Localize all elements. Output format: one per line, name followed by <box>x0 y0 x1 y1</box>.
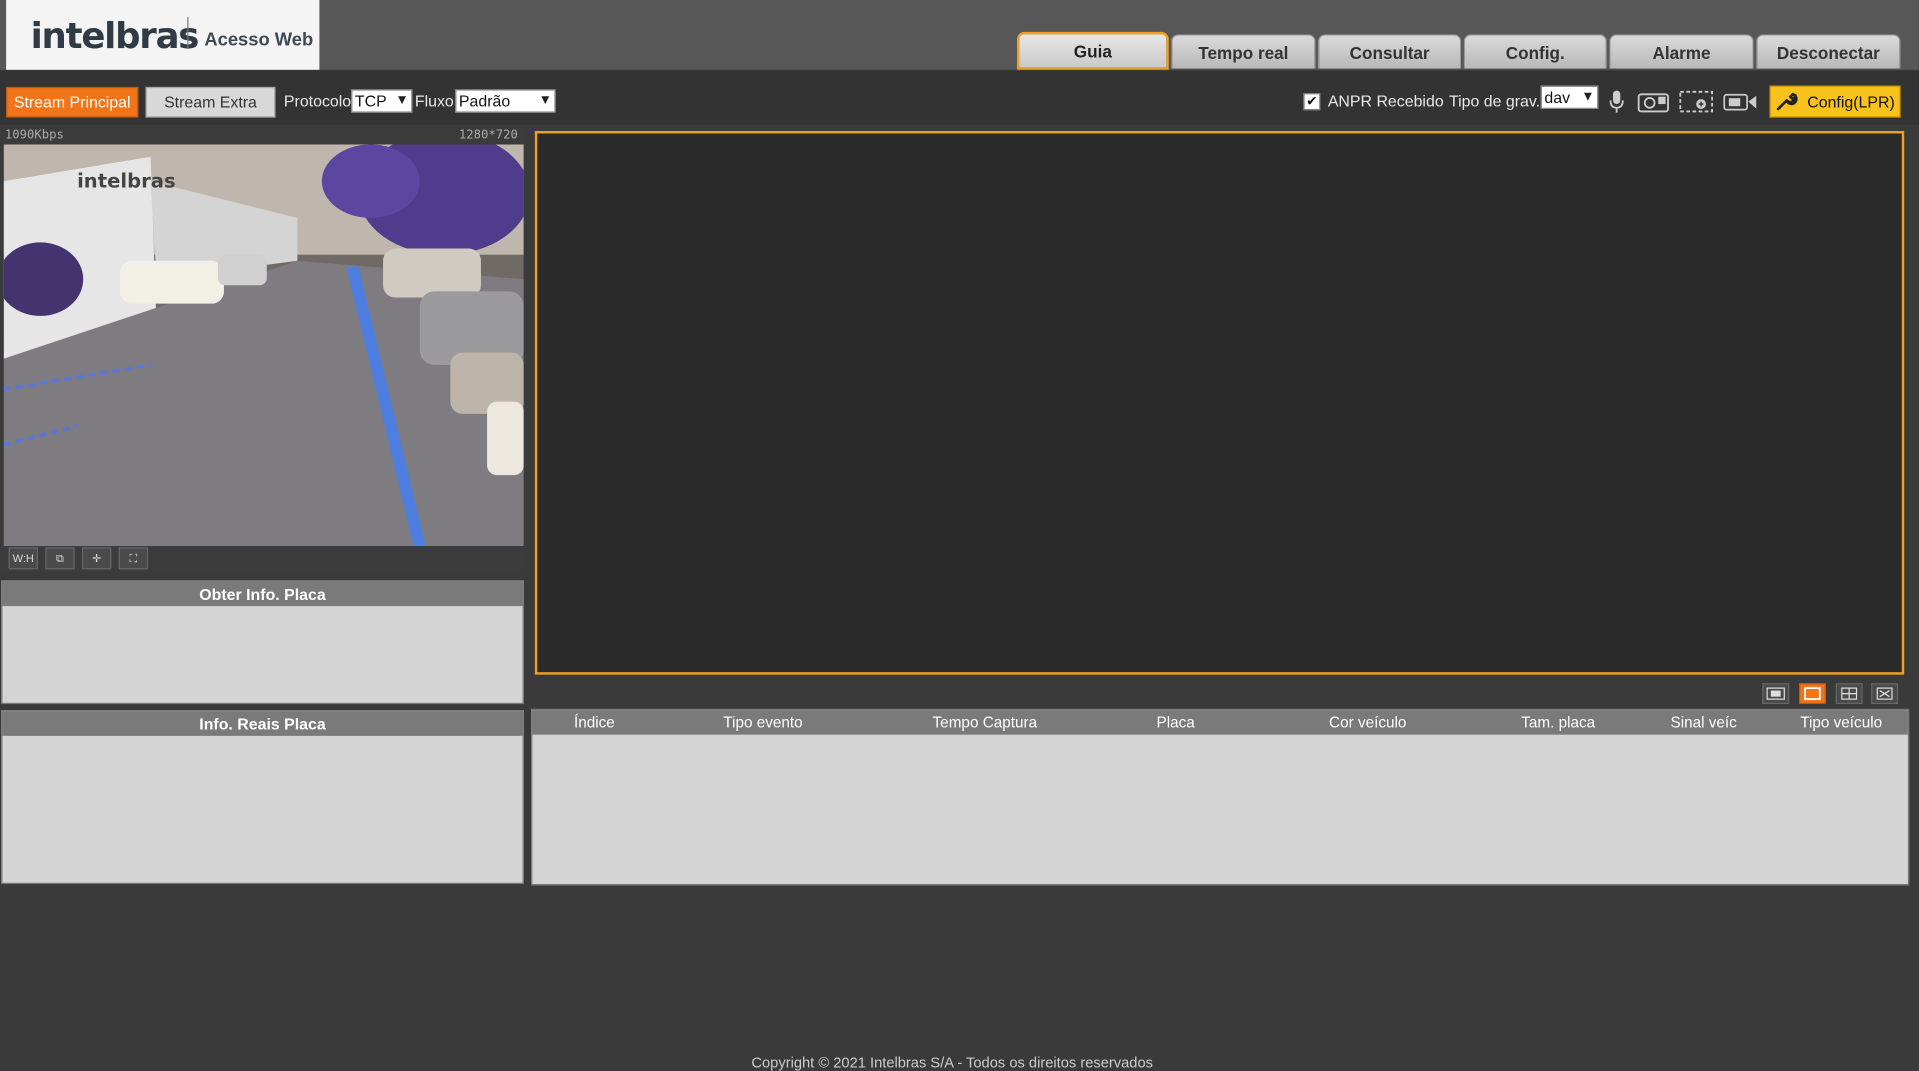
col-index[interactable]: Índice <box>574 714 615 731</box>
logo-divider <box>187 17 189 49</box>
live-video-panel: 1090Kbps 1280*720 intelbras W:H ⧉ ✛ ⛶ <box>0 124 527 575</box>
camera-feed[interactable]: intelbras <box>3 144 524 547</box>
col-event-type[interactable]: Tipo evento <box>723 714 802 731</box>
col-plate-size[interactable]: Tam. placa <box>1521 714 1595 731</box>
flow-label: Fluxo <box>414 91 454 111</box>
events-table: Índice Tipo evento Tempo Captura Placa C… <box>531 708 1910 886</box>
logo: intelbras Acesso Web <box>6 0 320 70</box>
aspect-ratio-icon[interactable]: W:H <box>8 547 38 570</box>
real-plate-info-panel: Info. Reais Placa <box>1 710 524 885</box>
logo-brand: intelbras <box>30 14 200 57</box>
flow-value: Padrão <box>458 91 511 111</box>
tab-alarme[interactable]: Alarme <box>1609 34 1754 69</box>
ptz-control-icon[interactable]: ✛ <box>81 547 112 570</box>
tab-tempo-real[interactable]: Tempo real <box>1171 34 1316 69</box>
logo-subtitle: Acesso Web <box>204 29 314 51</box>
chevron-down-icon: ▼ <box>395 93 409 108</box>
protocol-label: Protocolo <box>283 91 352 111</box>
fullscreen-view-icon[interactable] <box>1871 683 1899 705</box>
protocol-select[interactable]: TCP ▼ <box>351 89 413 113</box>
anpr-checkbox[interactable]: ✔ <box>1303 93 1321 111</box>
rec-type-value: dav <box>1544 88 1571 107</box>
plate-info-panel: Obter Info. Placa <box>1 580 524 705</box>
chevron-down-icon: ▼ <box>1581 89 1595 105</box>
zoom-region-icon[interactable] <box>1679 88 1714 115</box>
stream-extra-button[interactable]: Stream Extra <box>145 86 276 118</box>
config-lpr-label: Config(LPR) <box>1807 92 1895 111</box>
tab-config[interactable]: Config. <box>1463 34 1607 69</box>
protocol-value: TCP <box>354 91 387 111</box>
quad-view-icon[interactable] <box>1835 683 1863 705</box>
tab-guia[interactable]: Guia <box>1016 31 1169 70</box>
col-plate[interactable]: Placa <box>1156 714 1194 731</box>
rec-type-select[interactable]: dav ▼ <box>1540 85 1599 109</box>
microphone-icon[interactable] <box>1600 88 1634 115</box>
bitrate-readout: 1090Kbps <box>4 128 64 143</box>
snapshot-icon[interactable] <box>1636 88 1670 115</box>
single-view-icon[interactable] <box>1798 683 1826 705</box>
config-lpr-button[interactable]: Config(LPR) <box>1769 85 1901 118</box>
real-plate-info-title: Info. Reais Placa <box>2 711 523 736</box>
col-vehicle-color[interactable]: Cor veículo <box>1329 714 1406 731</box>
toolbar: Stream Principal Stream Extra Protocolo … <box>0 71 1919 125</box>
snapshot-view[interactable] <box>534 131 1905 675</box>
video-record-icon[interactable] <box>1723 88 1757 115</box>
col-vehicle-signal[interactable]: Sinal veíc <box>1670 714 1736 731</box>
col-capture-time[interactable]: Tempo Captura <box>933 714 1038 731</box>
tab-desconectar[interactable]: Desconectar <box>1756 34 1901 69</box>
window-toggle-icon[interactable]: ⧉ <box>45 547 75 570</box>
plate-info-title: Obter Info. Placa <box>2 581 523 607</box>
chevron-down-icon: ▼ <box>538 93 552 108</box>
anpr-label: ANPR Recebido <box>1327 91 1444 111</box>
flow-select[interactable]: Padrão ▼ <box>455 89 556 113</box>
original-size-icon[interactable] <box>1762 683 1790 705</box>
resolution-readout: 1280*720 <box>458 128 518 143</box>
stream-main-button[interactable]: Stream Principal <box>6 86 139 118</box>
copyright-text: Copyright © 2021 Intelbras S/A - Todos o… <box>751 1054 1153 1071</box>
building-logo-text: intelbras <box>77 169 176 192</box>
wrench-icon <box>1776 92 1798 111</box>
col-vehicle-type[interactable]: Tipo veículo <box>1800 714 1882 731</box>
top-bar: intelbras Acesso Web Guia Tempo real Con… <box>0 0 1919 70</box>
tab-consultar[interactable]: Consultar <box>1318 34 1462 69</box>
rec-type-label: Tipo de grav. <box>1448 91 1541 111</box>
fullscreen-icon[interactable]: ⛶ <box>118 547 149 570</box>
table-header: Índice Tipo evento Tempo Captura Placa C… <box>532 710 1908 735</box>
